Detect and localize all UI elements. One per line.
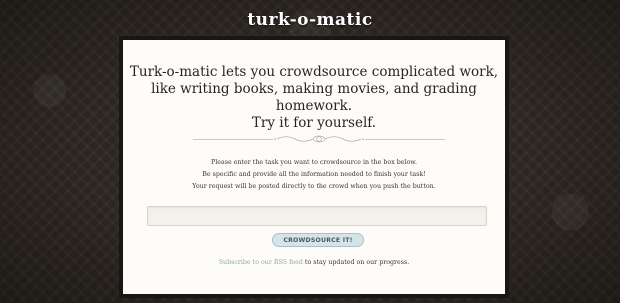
intro-headline: Turk-o-matic lets you crowdsource compli… (123, 40, 505, 132)
main-panel: Turk-o-matic lets you crowdsource compli… (123, 40, 505, 294)
task-input[interactable] (147, 206, 487, 226)
divider-line-right (365, 139, 445, 140)
crowdsource-button[interactable]: CROWDSOURCE IT! (272, 233, 364, 247)
intro-line-1: Turk-o-matic lets you crowdsource compli… (129, 64, 499, 80)
instructions-text: Please enter the task you want to crowds… (123, 157, 505, 193)
site-logo: turk-o-matic (247, 10, 373, 30)
instruction-line-1: Please enter the task you want to crowds… (211, 159, 417, 166)
rss-suffix-text: to stay updated on our progress. (302, 259, 410, 266)
rss-notice: Subscribe to our RSS feed to stay update… (123, 259, 505, 266)
content-frame: Turk-o-matic lets you crowdsource compli… (119, 36, 509, 298)
intro-line-2: like writing books, making movies, and g… (151, 81, 477, 114)
intro-line-3: Try it for yourself. (251, 115, 377, 131)
rss-feed-link[interactable]: Subscribe to our RSS feed (219, 259, 303, 266)
instruction-line-3: Your request will be posted directly to … (192, 183, 436, 190)
flourish-icon (274, 135, 364, 143)
ornament-divider (193, 134, 445, 144)
instruction-line-2: Be specific and provide all the informat… (202, 171, 426, 178)
divider-line-left (193, 139, 273, 140)
